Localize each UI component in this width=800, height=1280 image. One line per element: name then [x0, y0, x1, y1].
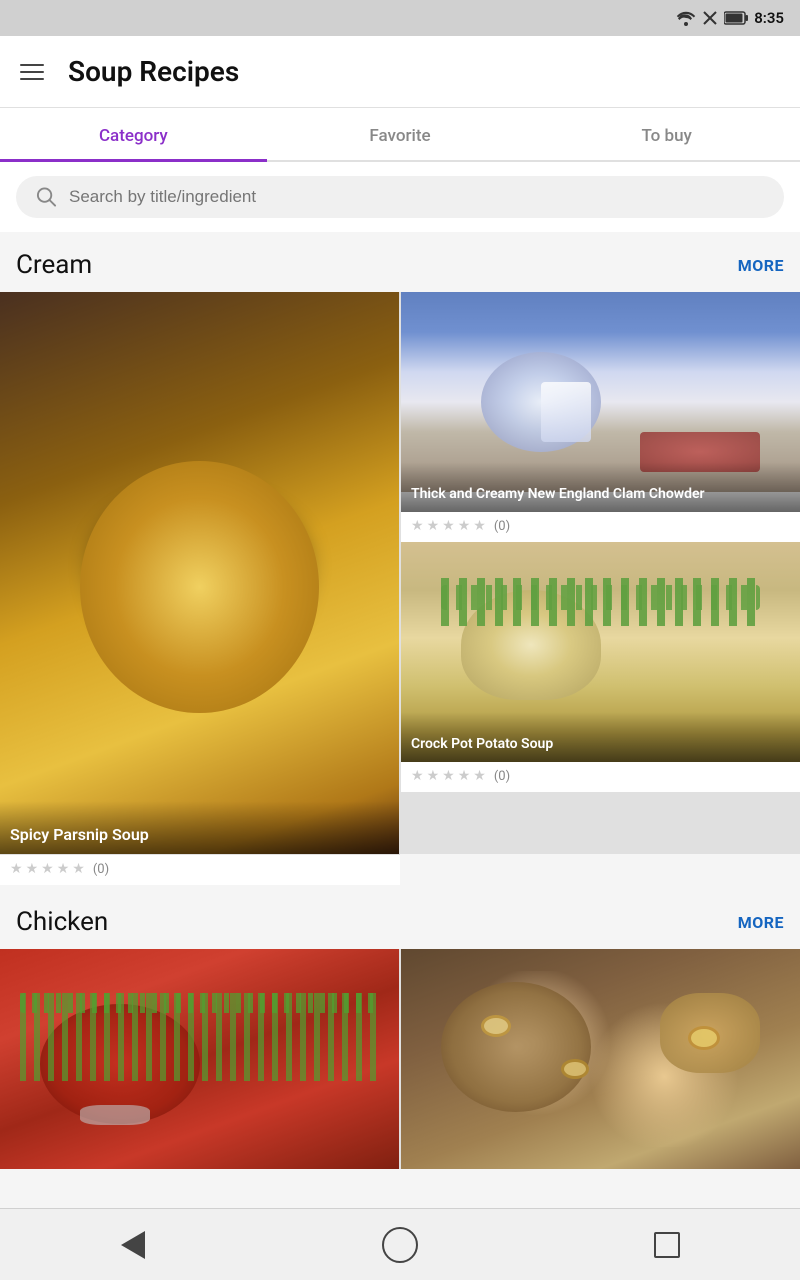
review-count-clam-chowder: (0) [494, 519, 510, 534]
content: Cream MORE Spicy Parsnip Soup [0, 232, 800, 1253]
recipe-card-crock-pot[interactable]: Crock Pot Potato Soup [401, 542, 800, 762]
status-time: 8:35 [754, 9, 784, 27]
search-bar [16, 176, 784, 218]
tabs: Category Favorite To buy [0, 108, 800, 162]
recipe-label-spicy-parsnip: Spicy Parsnip Soup [0, 801, 399, 854]
recipe-card-right-cream: Thick and Creamy New England Clam Chowde… [401, 292, 800, 792]
menu-icon[interactable] [16, 60, 48, 84]
more-button-cream[interactable]: MORE [738, 256, 784, 275]
more-button-chicken[interactable]: MORE [738, 913, 784, 932]
stars-spicy-parsnip: ★ ★ ★ ★ ★ [10, 861, 85, 877]
recipe-grid-cream: Spicy Parsnip Soup Thick and Creamy New … [0, 292, 800, 854]
tab-to-buy[interactable]: To buy [533, 108, 800, 160]
tab-indicator [0, 159, 267, 162]
recipe-meta-crock-pot: ★ ★ ★ ★ ★ (0) [401, 762, 800, 792]
soup-bowl-visual [90, 483, 310, 663]
recipe-card-spicy-parsnip[interactable]: Spicy Parsnip Soup [0, 292, 399, 854]
search-container [0, 162, 800, 232]
recipe-image-chicken2 [401, 949, 800, 1169]
recent-icon [654, 1232, 680, 1258]
recipe-meta-spicy-parsnip: ★ ★ ★ ★ ★ (0) [0, 854, 400, 885]
section-title-cream: Cream [16, 250, 92, 280]
back-icon [121, 1231, 145, 1259]
section-header-cream: Cream MORE [0, 232, 800, 292]
recipe-card-chicken1[interactable] [0, 949, 399, 1169]
section-title-chicken: Chicken [16, 907, 108, 937]
recipe-label-clam-chowder: Thick and Creamy New England Clam Chowde… [401, 462, 800, 512]
app-title: Soup Recipes [68, 55, 239, 88]
bottom-nav [0, 1208, 800, 1280]
recipe-meta-clam-chowder: ★ ★ ★ ★ ★ (0) [401, 512, 800, 542]
recipe-card-clam-chowder[interactable]: Thick and Creamy New England Clam Chowde… [401, 292, 800, 512]
status-bar: 8:35 [0, 0, 800, 36]
home-icon [382, 1227, 418, 1263]
section-cream: Cream MORE Spicy Parsnip Soup [0, 232, 800, 885]
tab-favorite[interactable]: Favorite [267, 108, 534, 160]
status-icons: 8:35 [676, 9, 784, 27]
section-chicken: Chicken MORE [0, 889, 800, 1169]
app-bar: Soup Recipes [0, 36, 800, 108]
signal-icon [702, 10, 718, 26]
section-header-chicken: Chicken MORE [0, 889, 800, 949]
search-icon [36, 186, 57, 208]
recipe-image-spicy-parsnip [0, 292, 399, 854]
tab-category[interactable]: Category [0, 108, 267, 160]
wifi-icon [676, 10, 696, 26]
recipe-grid-chicken [0, 949, 800, 1169]
back-button[interactable] [103, 1215, 163, 1275]
home-button[interactable] [370, 1215, 430, 1275]
recent-button[interactable] [637, 1215, 697, 1275]
battery-icon [724, 11, 748, 25]
review-count-crock-pot: (0) [494, 769, 510, 784]
recipe-card-chicken2[interactable] [401, 949, 800, 1169]
stars-clam-chowder: ★ ★ ★ ★ ★ [411, 518, 486, 534]
search-input[interactable] [69, 187, 764, 207]
review-count-spicy-parsnip: (0) [93, 862, 109, 877]
stars-crock-pot: ★ ★ ★ ★ ★ [411, 768, 486, 784]
recipe-image-chicken1 [0, 949, 399, 1169]
recipe-label-crock-pot: Crock Pot Potato Soup [401, 712, 800, 762]
